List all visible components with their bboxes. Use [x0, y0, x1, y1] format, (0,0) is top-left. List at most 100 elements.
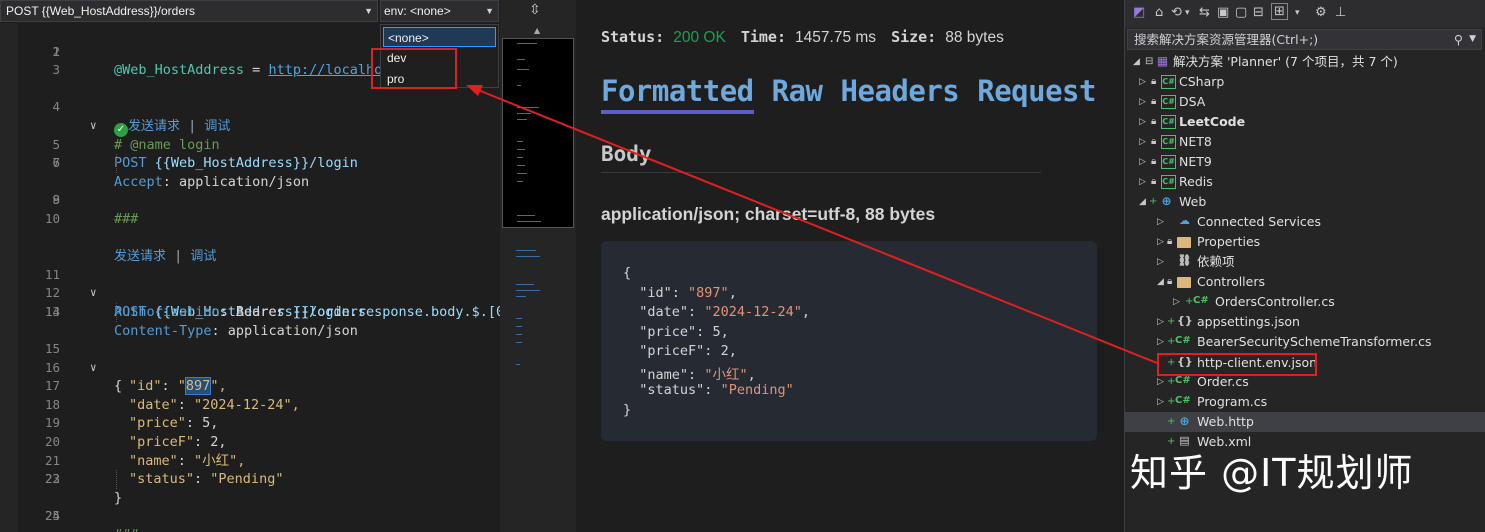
collapse-arrow-icon[interactable]: ▷ [1157, 212, 1164, 232]
home-icon[interactable]: ⌂ [1155, 5, 1163, 20]
collapse-arrow-icon[interactable]: ▷ [1139, 132, 1146, 152]
code-line: 15 ∨ { [0, 322, 500, 394]
expand-arrow-icon[interactable]: ◢ [1157, 272, 1164, 292]
explorer-search-input[interactable]: 搜索解决方案资源管理器(Ctrl+;) ⚲ ▼ [1127, 29, 1482, 50]
scroll-up-arrow-icon[interactable]: ▲ [534, 26, 540, 35]
tree-item-label: appsettings.json [1197, 314, 1300, 329]
collapse-arrow-icon[interactable]: ▷ [1157, 312, 1164, 332]
collapse-arrow-icon[interactable]: ▷ [1173, 292, 1180, 312]
wrench-icon[interactable]: ⚙ [1315, 5, 1327, 20]
history-icon[interactable]: ⟲ [1171, 5, 1182, 20]
tab-headers[interactable]: Headers [841, 74, 960, 108]
tab-formatted[interactable]: Formatted [601, 74, 754, 114]
minimap-preview[interactable] [502, 38, 574, 228]
collapse-arrow-icon[interactable]: ▷ [1139, 112, 1146, 132]
chevron-down-icon[interactable]: ▾ [1295, 8, 1300, 18]
tree-item-leetcode[interactable]: ▷ 🔒︎ C# LeetCode [1125, 112, 1485, 132]
indent-guide [116, 470, 117, 489]
code-line: 6 Accept: application/json [0, 136, 500, 190]
tree-item-label: Web.http [1197, 414, 1254, 429]
properties-folder-icon [1177, 237, 1191, 248]
tree-item-dependencies[interactable]: ▷ ⛓ 依赖项 [1125, 252, 1485, 272]
search-icon[interactable]: ⚲ [1454, 30, 1463, 49]
pending-changes-filter-icon[interactable]: ⊞ [1271, 3, 1288, 20]
status-label: Status: [601, 28, 665, 46]
tree-item-orders-controller[interactable]: ▷ + C# OrdersController.cs [1125, 292, 1485, 312]
response-tabs: Formatted Raw Headers Request [601, 74, 1114, 114]
lock-icon: 🔒︎ [1151, 116, 1157, 127]
minimap-line [517, 181, 523, 182]
chevron-down-icon[interactable]: ▼ [1469, 30, 1476, 49]
tree-item-bearer-transformer[interactable]: ▷ + C# BearerSecuritySchemeTransformer.c… [1125, 332, 1485, 352]
minimap-line [516, 290, 540, 291]
minimap-line [517, 85, 521, 86]
request-selector[interactable]: POST {{Web_HostAddress}}/orders ▼ [0, 0, 378, 22]
json-key: "name" [639, 366, 689, 383]
tree-item-web[interactable]: ◢ + ⊕ Web [1125, 192, 1485, 212]
added-icon: + [1149, 196, 1158, 207]
minimap-line [517, 173, 527, 174]
minimap-line [516, 256, 540, 257]
collapse-arrow-icon[interactable]: ▷ [1139, 92, 1146, 112]
minimap-line [516, 334, 522, 335]
tree-item-connected-services[interactable]: ▷ ☁ Connected Services [1125, 212, 1485, 232]
minimap-line [517, 165, 525, 166]
folder-icon [1177, 277, 1191, 288]
tree-item-label: OrdersController.cs [1215, 294, 1335, 309]
code-line: 12 Authorization: Bearer {{login.respons… [0, 266, 529, 320]
tree-item-csharp[interactable]: ▷ 🔒︎ C# CSharp [1125, 72, 1485, 92]
vs-switch-views-icon[interactable]: ◩ [1133, 5, 1145, 20]
expand-arrow-icon[interactable]: ◢ [1139, 192, 1146, 212]
line-number: 14 [44, 303, 60, 319]
json-line: "id": "897", [639, 284, 737, 301]
tree-item-properties[interactable]: ▷ 🔒︎ Properties [1125, 232, 1485, 252]
collapse-arrow-icon[interactable]: ▷ [1157, 332, 1164, 352]
code-line: 9 [0, 191, 500, 210]
tree-item-program-cs[interactable]: ▷ + C# Program.cs [1125, 392, 1485, 412]
tree-item-web-http[interactable]: + ⊕ Web.http [1125, 412, 1485, 432]
tree-item-appsettings[interactable]: ▷ + {} appsettings.json [1125, 312, 1485, 332]
tree-item-redis[interactable]: ▷ 🔒︎ C# Redis [1125, 172, 1485, 192]
chevron-down-icon[interactable]: ▾ [1185, 8, 1190, 18]
tree-item-solution[interactable]: ◢ ⊟ ▦ 解决方案 'Planner' (7 个项目，共 7 个) [1125, 52, 1485, 72]
minimap-line [517, 113, 531, 114]
json-line: "status": "Pending" [639, 382, 794, 398]
env-selector[interactable]: env: <none> ▼ [380, 0, 499, 22]
tree-item-label: Controllers [1197, 274, 1265, 289]
tab-request[interactable]: Request [977, 74, 1096, 108]
collapse-all-icon[interactable]: ▣ [1217, 5, 1229, 20]
env-option-none[interactable]: <none> [383, 27, 496, 47]
split-view-icon[interactable]: ⇳ [529, 2, 541, 18]
tree-item-net9[interactable]: ▷ 🔒︎ C# NET9 [1125, 152, 1485, 172]
code-line: 20 "name": "小红", [0, 414, 500, 469]
refresh-icon[interactable]: ⊟ [1253, 5, 1264, 20]
json-value: "897" [688, 284, 729, 301]
tree-item-label: Web [1179, 194, 1207, 209]
tab-raw[interactable]: Raw [772, 74, 823, 108]
body-heading: Body [601, 142, 652, 166]
collapse-arrow-icon[interactable]: ▷ [1157, 232, 1164, 252]
preview-selected-icon[interactable]: ⊥ [1335, 5, 1346, 20]
line-number: 7 [52, 155, 60, 171]
collapse-arrow-icon[interactable]: ▷ [1139, 172, 1146, 192]
tree-item-net8[interactable]: ▷ 🔒︎ C# NET8 [1125, 132, 1485, 152]
collapse-arrow-icon[interactable]: ▷ [1157, 252, 1164, 272]
request-separator: ### [114, 526, 138, 532]
lock-icon: ⊟ [1145, 56, 1154, 67]
show-all-files-icon[interactable]: ▢ [1235, 5, 1247, 20]
web-project-icon: ⊕ [1161, 194, 1172, 208]
minimap-line [517, 107, 539, 108]
code-line: 18 "price": 5, [0, 377, 500, 432]
content-type-heading: application/json; charset=utf-8, 88 byte… [601, 204, 936, 224]
tree-item-controllers[interactable]: ◢ 🔒︎ Controllers [1125, 272, 1485, 292]
code-line: 10 [0, 210, 500, 229]
response-json-body: { "id": "897", "date": "2024-12-24", "pr… [601, 241, 1097, 441]
code-line: 17 "date": "2024-12-24", [0, 359, 500, 413]
code-area[interactable]: 1 @Web_HostAddress = http://localhost 2 … [0, 24, 529, 532]
tree-item-dsa[interactable]: ▷ 🔒︎ C# DSA [1125, 92, 1485, 112]
expand-arrow-icon[interactable]: ◢ [1133, 52, 1140, 72]
collapse-arrow-icon[interactable]: ▷ [1157, 392, 1164, 412]
collapse-arrow-icon[interactable]: ▷ [1139, 72, 1146, 92]
sync-icon[interactable]: ⇆ [1199, 5, 1210, 20]
collapse-arrow-icon[interactable]: ▷ [1139, 152, 1146, 172]
